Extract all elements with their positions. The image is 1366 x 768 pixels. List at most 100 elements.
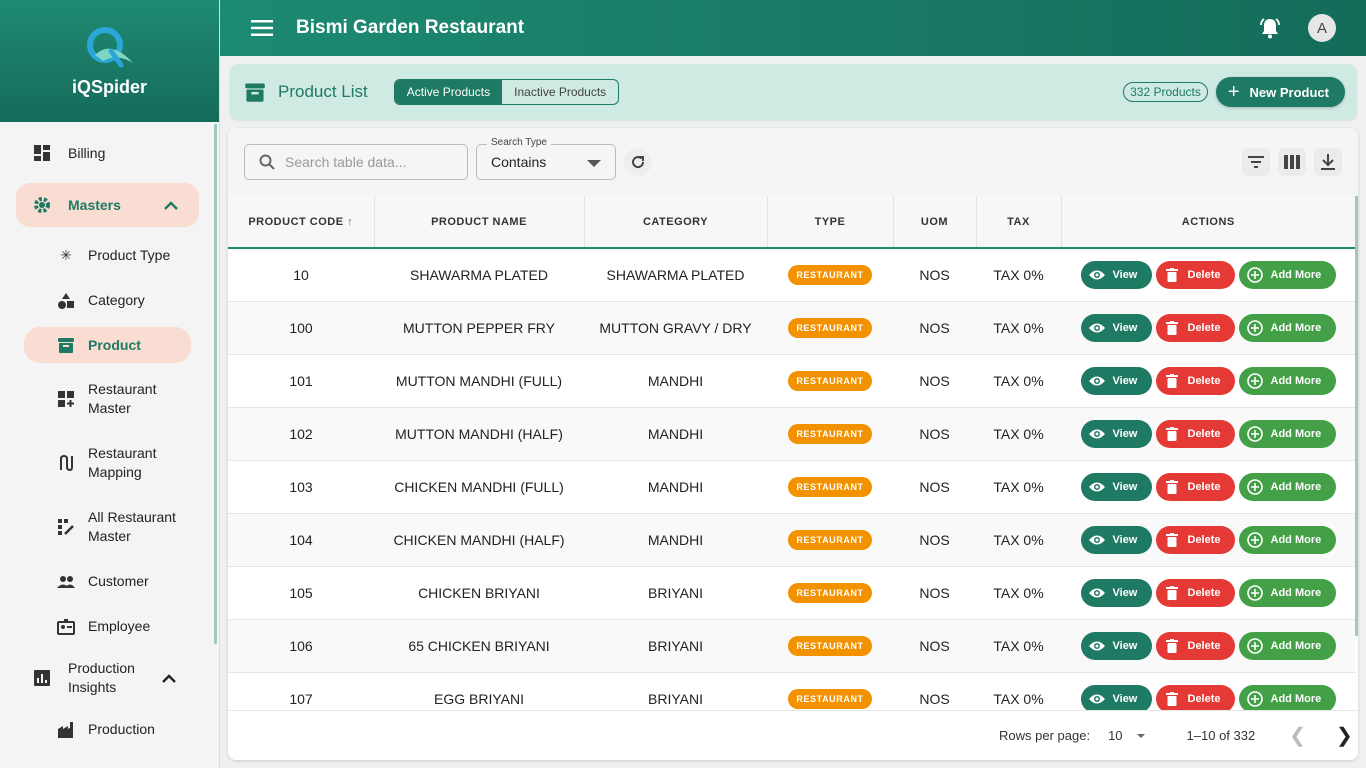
sidebar-item-masters[interactable]: Masters: [16, 183, 199, 227]
download-icon[interactable]: [1314, 148, 1342, 176]
sidebar-item-product[interactable]: Product: [24, 327, 191, 363]
archive-icon: [56, 335, 76, 355]
delete-button[interactable]: Delete: [1155, 578, 1235, 607]
sidebar-item-billing[interactable]: Billing: [0, 131, 219, 175]
filter-list-icon[interactable]: [1242, 148, 1270, 176]
sidebar-item-restaurant-mapping[interactable]: Restaurant Mapping: [0, 431, 219, 495]
column-header-tax[interactable]: TAX: [976, 196, 1062, 249]
column-header-type[interactable]: TYPE: [767, 196, 894, 249]
type-badge: RESTAURANT: [788, 423, 872, 444]
delete-button[interactable]: Delete: [1155, 419, 1235, 448]
next-page-icon[interactable]: ❯: [1336, 723, 1353, 748]
add-more-button[interactable]: Add More: [1238, 366, 1336, 395]
widgets-add-icon: [56, 389, 76, 409]
delete-label: Delete: [1187, 268, 1221, 281]
column-header-category[interactable]: CATEGORY: [584, 196, 768, 249]
delete-button[interactable]: Delete: [1155, 366, 1235, 395]
type-cell: RESTAURANT: [767, 566, 893, 619]
view-button[interactable]: View: [1080, 313, 1152, 342]
user-avatar[interactable]: A: [1308, 14, 1336, 42]
iqspider-logo-icon: [86, 26, 133, 67]
sidebar-item-customer[interactable]: Customer: [0, 559, 219, 604]
add-more-label: Add More: [1270, 427, 1322, 440]
column-header-product-code[interactable]: PRODUCT CODE ↑: [228, 196, 375, 249]
add-more-label: Add More: [1270, 639, 1322, 652]
page-title: Product List: [278, 82, 368, 101]
view-button[interactable]: View: [1080, 631, 1152, 660]
add-more-button[interactable]: Add More: [1238, 578, 1336, 607]
add-more-label: Add More: [1270, 374, 1322, 387]
sidebar-item-all-restaurant-master[interactable]: All Restaurant Master: [0, 495, 219, 559]
column-header-product-name[interactable]: PRODUCT NAME: [374, 196, 585, 249]
add-more-button[interactable]: Add More: [1238, 313, 1336, 342]
tab-active-products[interactable]: Active Products: [394, 80, 503, 104]
add-circle-icon: [1246, 584, 1263, 601]
view-button[interactable]: View: [1080, 260, 1152, 289]
brand-header: iQSpider: [0, 0, 219, 122]
search-input[interactable]: [285, 154, 455, 170]
tax-cell: TAX 0%: [993, 319, 1044, 336]
type-badge: RESTAURANT: [788, 370, 872, 391]
product-code-cell: 101: [289, 372, 313, 389]
product-code-cell: 10: [293, 266, 309, 283]
sidebar-item-product-type[interactable]: ✳ Product Type: [0, 233, 219, 278]
sidebar-item-label: Employee: [88, 618, 151, 634]
product-count-badge: 332 Products: [1123, 82, 1208, 102]
product-code-cell: 102: [289, 425, 313, 442]
type-badge: RESTAURANT: [788, 635, 872, 656]
add-more-button[interactable]: Add More: [1238, 419, 1336, 448]
table-row: 104 CHICKEN MANDHI (HALF) MANDHI RESTAUR…: [228, 513, 1355, 566]
add-more-label: Add More: [1270, 586, 1322, 599]
delete-button[interactable]: Delete: [1155, 472, 1235, 501]
uom-cell: NOS: [919, 584, 950, 601]
sidebar-item-restaurant-master[interactable]: Restaurant Master: [0, 367, 219, 431]
type-cell: RESTAURANT: [767, 460, 893, 513]
view-button[interactable]: View: [1080, 525, 1152, 554]
sidebar-item-label: Product: [88, 336, 141, 353]
previous-page-icon[interactable]: ❮: [1289, 723, 1306, 748]
add-more-button[interactable]: Add More: [1238, 525, 1336, 554]
type-badge: RESTAURANT: [788, 582, 872, 603]
sidebar-scrollbar[interactable]: [214, 124, 217, 644]
view-button[interactable]: View: [1080, 578, 1152, 607]
sidebar-item-label: Restaurant Mapping: [88, 445, 157, 480]
view-button[interactable]: View: [1080, 472, 1152, 501]
category-cell: MANDHI: [647, 478, 704, 495]
tax-cell: TAX 0%: [993, 637, 1044, 654]
actions-cell: View Delete Add More: [1061, 248, 1355, 301]
delete-button[interactable]: Delete: [1155, 313, 1235, 342]
eye-icon: [1088, 267, 1105, 283]
sidebar-item-production-insights[interactable]: Production Insights: [0, 649, 219, 707]
tab-inactive-products[interactable]: Inactive Products: [502, 80, 618, 104]
add-more-button[interactable]: Add More: [1238, 472, 1336, 501]
delete-button[interactable]: Delete: [1155, 260, 1235, 289]
delete-button[interactable]: Delete: [1155, 684, 1235, 713]
delete-label: Delete: [1187, 321, 1221, 334]
add-more-button[interactable]: Add More: [1238, 684, 1336, 713]
sidebar-item-category[interactable]: Category: [0, 278, 219, 323]
view-button[interactable]: View: [1080, 366, 1152, 395]
add-more-button[interactable]: Add More: [1238, 260, 1336, 289]
refresh-icon[interactable]: [624, 148, 652, 176]
add-circle-icon: [1246, 478, 1263, 495]
product-name-cell: CHICKEN BRIYANI: [418, 584, 540, 601]
add-more-button[interactable]: Add More: [1238, 631, 1336, 660]
product-name-cell: MUTTON PEPPER FRY: [403, 319, 555, 336]
search-type-select[interactable]: Search Type Contains: [476, 137, 616, 180]
hamburger-menu-icon[interactable]: [250, 16, 274, 40]
sidebar-item-employee[interactable]: Employee: [0, 604, 219, 649]
rows-per-page-select[interactable]: 10: [1108, 728, 1145, 743]
sidebar-item-production[interactable]: Production: [0, 707, 219, 752]
actions-cell: View Delete Add More: [1061, 513, 1355, 566]
delete-button[interactable]: Delete: [1155, 525, 1235, 554]
notification-bell-icon[interactable]: [1258, 16, 1282, 40]
add-more-label: Add More: [1270, 480, 1322, 493]
columns-icon[interactable]: [1278, 148, 1306, 176]
column-header-uom[interactable]: UOM: [893, 196, 977, 249]
view-button[interactable]: View: [1080, 684, 1152, 713]
delete-button[interactable]: Delete: [1155, 631, 1235, 660]
view-label: View: [1112, 268, 1138, 281]
table-scrollbar[interactable]: [1355, 196, 1358, 636]
new-product-button[interactable]: + New Product: [1215, 77, 1345, 107]
view-button[interactable]: View: [1080, 419, 1152, 448]
